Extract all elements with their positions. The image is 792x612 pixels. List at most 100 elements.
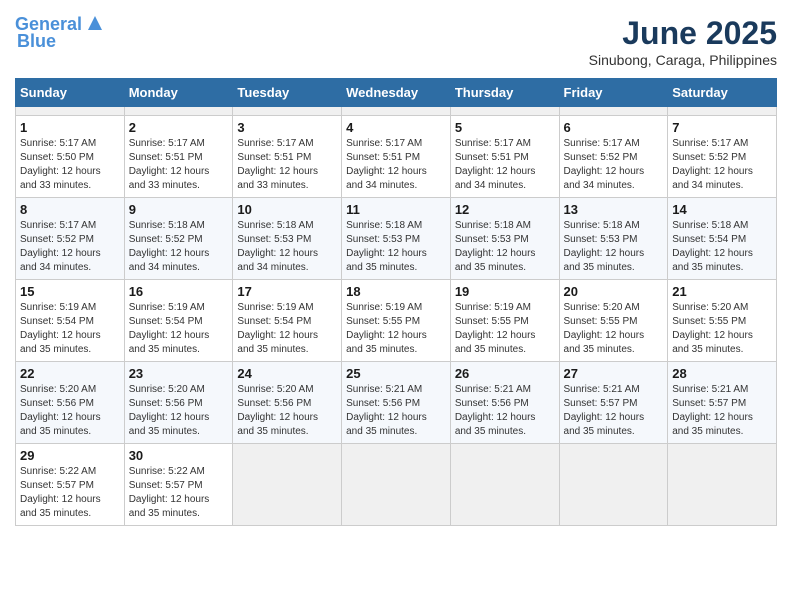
day-info: Sunrise: 5:17 AM Sunset: 5:51 PM Dayligh… bbox=[237, 137, 337, 193]
calendar-cell: 24 Sunrise: 5:20 AM Sunset: 5:56 PM Dayli… bbox=[233, 362, 342, 444]
day-number: 13 bbox=[564, 202, 664, 217]
calendar-cell: 2Sunrise: 5:17 AM Sunset: 5:51 PM Daylig… bbox=[124, 116, 233, 198]
calendar-cell bbox=[450, 107, 559, 116]
calendar-cell: 13 Sunrise: 5:18 AM Sunset: 5:53 PM Dayli… bbox=[559, 198, 668, 280]
day-number: 21 bbox=[672, 284, 772, 299]
calendar-cell: 5 Sunrise: 5:17 AM Sunset: 5:51 PM Daylig… bbox=[450, 116, 559, 198]
day-number: 16 bbox=[129, 284, 229, 299]
calendar-cell: 8 Sunrise: 5:17 AM Sunset: 5:52 PM Daylig… bbox=[16, 198, 125, 280]
day-number: 19 bbox=[455, 284, 555, 299]
title-area: June 2025 Sinubong, Caraga, Philippines bbox=[589, 15, 777, 68]
day-number: 25 bbox=[346, 366, 446, 381]
day-number: 23 bbox=[129, 366, 229, 381]
day-number: 6 bbox=[564, 120, 664, 135]
logo-blue: Blue bbox=[17, 31, 56, 51]
calendar-cell: 3 Sunrise: 5:17 AM Sunset: 5:51 PM Daylig… bbox=[233, 116, 342, 198]
calendar-cell: 18 Sunrise: 5:19 AM Sunset: 5:55 PM Dayli… bbox=[342, 280, 451, 362]
calendar-cell bbox=[559, 444, 668, 526]
calendar-cell bbox=[233, 107, 342, 116]
calendar-cell: 4Sunrise: 5:17 AM Sunset: 5:51 PM Daylig… bbox=[342, 116, 451, 198]
day-info: Sunrise: 5:20 AM Sunset: 5:55 PM Dayligh… bbox=[672, 301, 772, 357]
day-number: 22 bbox=[20, 366, 120, 381]
day-info: Sunrise: 5:17 AM Sunset: 5:52 PM Dayligh… bbox=[564, 137, 664, 193]
header: General Blue June 2025 Sinubong, Caraga,… bbox=[15, 15, 777, 68]
day-info: Sunrise: 5:22 AM Sunset: 5:57 PM Dayligh… bbox=[20, 465, 120, 521]
calendar-cell: 22 Sunrise: 5:20 AM Sunset: 5:56 PM Dayli… bbox=[16, 362, 125, 444]
calendar-week-row: 8 Sunrise: 5:17 AM Sunset: 5:52 PM Daylig… bbox=[16, 198, 777, 280]
day-number: 10 bbox=[237, 202, 337, 217]
calendar-cell: 10 Sunrise: 5:18 AM Sunset: 5:53 PM Dayli… bbox=[233, 198, 342, 280]
day-info: Sunrise: 5:19 AM Sunset: 5:55 PM Dayligh… bbox=[346, 301, 446, 357]
day-info: Sunrise: 5:18 AM Sunset: 5:53 PM Dayligh… bbox=[564, 219, 664, 275]
day-info: Sunrise: 5:19 AM Sunset: 5:54 PM Dayligh… bbox=[237, 301, 337, 357]
day-number: 30 bbox=[129, 448, 229, 463]
calendar-cell: 14Sunrise: 5:18 AM Sunset: 5:54 PM Dayli… bbox=[668, 198, 777, 280]
calendar-cell bbox=[342, 444, 451, 526]
day-number: 24 bbox=[237, 366, 337, 381]
calendar-cell: 19Sunrise: 5:19 AM Sunset: 5:55 PM Dayli… bbox=[450, 280, 559, 362]
calendar-cell: 26Sunrise: 5:21 AM Sunset: 5:56 PM Dayli… bbox=[450, 362, 559, 444]
day-info: Sunrise: 5:20 AM Sunset: 5:56 PM Dayligh… bbox=[129, 383, 229, 439]
calendar-cell bbox=[668, 444, 777, 526]
calendar-cell bbox=[450, 444, 559, 526]
calendar-cell: 17 Sunrise: 5:19 AM Sunset: 5:54 PM Dayli… bbox=[233, 280, 342, 362]
day-info: Sunrise: 5:17 AM Sunset: 5:52 PM Dayligh… bbox=[20, 219, 120, 275]
calendar-cell bbox=[233, 444, 342, 526]
calendar-cell: 11Sunrise: 5:18 AM Sunset: 5:53 PM Dayli… bbox=[342, 198, 451, 280]
calendar-cell: 20 Sunrise: 5:20 AM Sunset: 5:55 PM Dayli… bbox=[559, 280, 668, 362]
day-number: 20 bbox=[564, 284, 664, 299]
calendar-cell: 1 Sunrise: 5:17 AM Sunset: 5:50 PM Daylig… bbox=[16, 116, 125, 198]
calendar-week-row bbox=[16, 107, 777, 116]
calendar-cell: 27 Sunrise: 5:21 AM Sunset: 5:57 PM Dayli… bbox=[559, 362, 668, 444]
day-info: Sunrise: 5:17 AM Sunset: 5:50 PM Dayligh… bbox=[20, 137, 120, 193]
day-number: 17 bbox=[237, 284, 337, 299]
day-info: Sunrise: 5:22 AM Sunset: 5:57 PM Dayligh… bbox=[129, 465, 229, 521]
calendar-cell bbox=[559, 107, 668, 116]
weekday-header-wednesday: Wednesday bbox=[342, 79, 451, 107]
weekday-header-friday: Friday bbox=[559, 79, 668, 107]
logo: General Blue bbox=[15, 15, 106, 52]
day-info: Sunrise: 5:18 AM Sunset: 5:53 PM Dayligh… bbox=[237, 219, 337, 275]
day-info: Sunrise: 5:20 AM Sunset: 5:56 PM Dayligh… bbox=[237, 383, 337, 439]
day-info: Sunrise: 5:20 AM Sunset: 5:56 PM Dayligh… bbox=[20, 383, 120, 439]
calendar-table: SundayMondayTuesdayWednesdayThursdayFrid… bbox=[15, 78, 777, 526]
day-number: 26 bbox=[455, 366, 555, 381]
day-number: 15 bbox=[20, 284, 120, 299]
day-number: 27 bbox=[564, 366, 664, 381]
calendar-week-row: 22 Sunrise: 5:20 AM Sunset: 5:56 PM Dayli… bbox=[16, 362, 777, 444]
day-info: Sunrise: 5:19 AM Sunset: 5:54 PM Dayligh… bbox=[20, 301, 120, 357]
day-number: 2 bbox=[129, 120, 229, 135]
calendar-cell: 16Sunrise: 5:19 AM Sunset: 5:54 PM Dayli… bbox=[124, 280, 233, 362]
calendar-cell: 9 Sunrise: 5:18 AM Sunset: 5:52 PM Daylig… bbox=[124, 198, 233, 280]
calendar-cell: 21 Sunrise: 5:20 AM Sunset: 5:55 PM Dayli… bbox=[668, 280, 777, 362]
calendar-cell: 25 Sunrise: 5:21 AM Sunset: 5:56 PM Dayli… bbox=[342, 362, 451, 444]
day-number: 7 bbox=[672, 120, 772, 135]
day-number: 14 bbox=[672, 202, 772, 217]
day-number: 9 bbox=[129, 202, 229, 217]
day-number: 3 bbox=[237, 120, 337, 135]
day-info: Sunrise: 5:21 AM Sunset: 5:57 PM Dayligh… bbox=[564, 383, 664, 439]
day-info: Sunrise: 5:18 AM Sunset: 5:52 PM Dayligh… bbox=[129, 219, 229, 275]
day-number: 11 bbox=[346, 202, 446, 217]
day-number: 18 bbox=[346, 284, 446, 299]
calendar-cell bbox=[668, 107, 777, 116]
day-info: Sunrise: 5:17 AM Sunset: 5:52 PM Dayligh… bbox=[672, 137, 772, 193]
day-info: Sunrise: 5:21 AM Sunset: 5:57 PM Dayligh… bbox=[672, 383, 772, 439]
calendar-cell: 30 Sunrise: 5:22 AM Sunset: 5:57 PM Dayli… bbox=[124, 444, 233, 526]
calendar-week-row: 1 Sunrise: 5:17 AM Sunset: 5:50 PM Daylig… bbox=[16, 116, 777, 198]
day-number: 5 bbox=[455, 120, 555, 135]
day-number: 8 bbox=[20, 202, 120, 217]
day-number: 1 bbox=[20, 120, 120, 135]
calendar-cell: 15 Sunrise: 5:19 AM Sunset: 5:54 PM Dayli… bbox=[16, 280, 125, 362]
day-info: Sunrise: 5:17 AM Sunset: 5:51 PM Dayligh… bbox=[455, 137, 555, 193]
day-info: Sunrise: 5:18 AM Sunset: 5:53 PM Dayligh… bbox=[455, 219, 555, 275]
calendar-week-row: 15 Sunrise: 5:19 AM Sunset: 5:54 PM Dayli… bbox=[16, 280, 777, 362]
day-info: Sunrise: 5:21 AM Sunset: 5:56 PM Dayligh… bbox=[346, 383, 446, 439]
day-info: Sunrise: 5:20 AM Sunset: 5:55 PM Dayligh… bbox=[564, 301, 664, 357]
weekday-header-monday: Monday bbox=[124, 79, 233, 107]
calendar-cell: 7 Sunrise: 5:17 AM Sunset: 5:52 PM Daylig… bbox=[668, 116, 777, 198]
calendar-cell bbox=[16, 107, 125, 116]
calendar-cell: 29Sunrise: 5:22 AM Sunset: 5:57 PM Dayli… bbox=[16, 444, 125, 526]
day-number: 28 bbox=[672, 366, 772, 381]
calendar-cell: 23 Sunrise: 5:20 AM Sunset: 5:56 PM Dayli… bbox=[124, 362, 233, 444]
